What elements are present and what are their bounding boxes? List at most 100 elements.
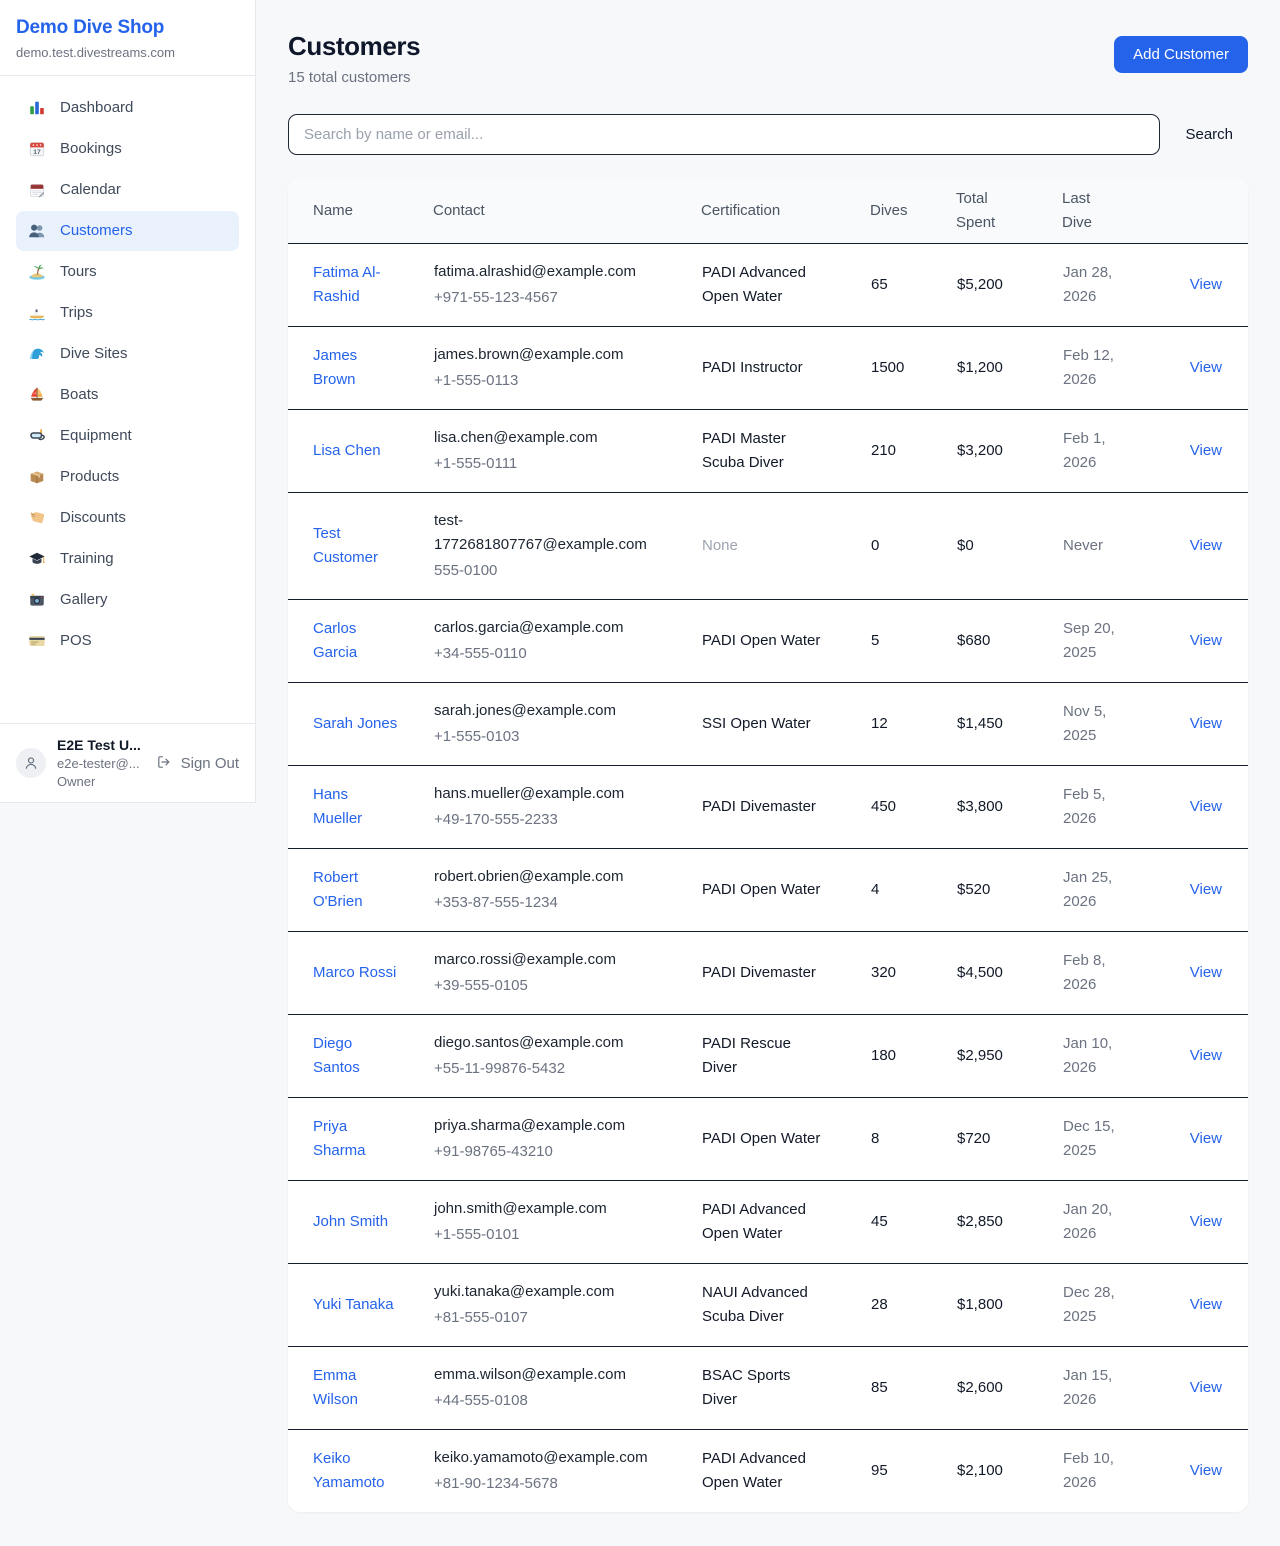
sidebar-item-equipment[interactable]: Equipment [16, 416, 239, 456]
customer-total-spent: $2,100 [956, 1430, 1062, 1513]
sidebar-item-products[interactable]: Products [16, 457, 239, 497]
sidebar-item-tours[interactable]: Tours [16, 252, 239, 292]
customer-certification: PADI Divemaster [701, 766, 870, 849]
package-icon [28, 468, 46, 486]
customer-name-link[interactable]: Test Customer [313, 525, 378, 566]
view-link[interactable]: View [1190, 1130, 1222, 1147]
page-header: Customers 15 total customers Add Custome… [288, 30, 1248, 86]
customer-name-link[interactable]: Priya Sharma [313, 1118, 366, 1159]
add-customer-button[interactable]: Add Customer [1114, 36, 1248, 73]
customer-last-dive: Jan 28, 2026 [1062, 244, 1168, 327]
table-row: Carlos Garciacarlos.garcia@example.com+3… [288, 600, 1248, 683]
customer-dives: 95 [870, 1430, 956, 1513]
view-link[interactable]: View [1190, 537, 1222, 554]
customer-name-link[interactable]: Robert O'Brien [313, 869, 363, 910]
customer-certification: PADI Master Scuba Diver [701, 410, 870, 493]
sidebar-item-calendar[interactable]: Calendar [16, 170, 239, 210]
customer-name-link[interactable]: Lisa Chen [313, 442, 381, 459]
customer-contact: priya.sharma@example.com+91-98765-43210 [433, 1098, 701, 1181]
customer-email: robert.obrien@example.com [434, 865, 658, 889]
view-link[interactable]: View [1190, 715, 1222, 732]
sidebar-item-trips[interactable]: Trips [16, 293, 239, 333]
sidebar-item-bookings[interactable]: 17Bookings [16, 129, 239, 169]
view-link[interactable]: View [1190, 359, 1222, 376]
view-link[interactable]: View [1190, 1379, 1222, 1396]
customer-name-link[interactable]: Marco Rossi [313, 964, 396, 981]
speedboat-icon [28, 304, 46, 322]
customer-last-dive: Sep 20, 2025 [1062, 600, 1168, 683]
customer-email: carlos.garcia@example.com [434, 616, 658, 640]
customer-last-dive: Dec 15, 2025 [1062, 1098, 1168, 1181]
customer-phone: +353-87-555-1234 [434, 891, 658, 915]
sidebar-header: Demo Dive Shop demo.test.divestreams.com [0, 0, 255, 76]
sidebar-item-label: Tours [60, 262, 97, 282]
view-link[interactable]: View [1190, 276, 1222, 293]
customer-total-spent: $3,200 [956, 410, 1062, 493]
sidebar-item-label: Trips [60, 303, 93, 323]
sidebar-user-section: E2E Test U... e2e-tester@... Owner Sign … [0, 723, 255, 802]
customer-certification: PADI Advanced Open Water [701, 1430, 870, 1513]
search-button[interactable]: Search [1185, 126, 1233, 143]
customer-phone: +81-90-1234-5678 [434, 1472, 658, 1496]
table-row: John Smith john.smith@example.com+1-555-0… [288, 1181, 1248, 1264]
sidebar-item-customers[interactable]: Customers [16, 211, 239, 251]
sign-out-button[interactable]: Sign Out [156, 754, 239, 772]
sidebar-item-training[interactable]: Training [16, 539, 239, 579]
customer-total-spent: $2,850 [956, 1181, 1062, 1264]
sidebar-item-gallery[interactable]: Gallery [16, 580, 239, 620]
search-input[interactable] [288, 114, 1160, 155]
customer-name-link[interactable]: Sarah Jones [313, 715, 397, 732]
search-row: Search [288, 114, 1248, 155]
customer-name-link[interactable]: Fatima Al-Rashid [313, 264, 381, 305]
view-link[interactable]: View [1190, 1462, 1222, 1479]
person-icon [22, 754, 40, 772]
customer-dives: 5 [870, 600, 956, 683]
customer-last-dive: Feb 8, 2026 [1062, 932, 1168, 1015]
customer-last-dive: Feb 1, 2026 [1062, 410, 1168, 493]
customer-last-dive: Jan 25, 2026 [1062, 849, 1168, 932]
user-info: E2E Test U... e2e-tester@... Owner [57, 737, 145, 789]
customer-name-link[interactable]: Diego Santos [313, 1035, 360, 1076]
customer-dives: 4 [870, 849, 956, 932]
sidebar-item-dive-sites[interactable]: Dive Sites [16, 334, 239, 374]
view-link[interactable]: View [1190, 632, 1222, 649]
sidebar-item-pos[interactable]: POS [16, 621, 239, 661]
table-row: James Brownjames.brown@example.com+1-555… [288, 327, 1248, 410]
customer-contact: test-1772681807767@example.com555-0100 [433, 493, 701, 600]
customer-name-link[interactable]: Hans Mueller [313, 786, 362, 827]
customer-last-dive: Jan 10, 2026 [1062, 1015, 1168, 1098]
customer-name-link[interactable]: John Smith [313, 1213, 388, 1230]
sidebar-item-label: Dive Sites [60, 344, 128, 364]
sidebar-item-label: Customers [60, 221, 133, 241]
view-link[interactable]: View [1190, 798, 1222, 815]
customer-contact: john.smith@example.com+1-555-0101 [433, 1181, 701, 1264]
sidebar-nav: Dashboard17BookingsCalendar Customers Tour… [0, 76, 255, 723]
table-row: Sarah Jonessarah.jones@example.com+1-555… [288, 683, 1248, 766]
sidebar-item-dashboard[interactable]: Dashboard [16, 88, 239, 128]
customer-phone: +1-555-0101 [434, 1223, 658, 1247]
customer-certification: PADI Open Water [701, 849, 870, 932]
column-header-last-dive: Last Dive [1062, 179, 1168, 244]
customer-name-link[interactable]: Yuki Tanaka [313, 1296, 394, 1313]
sidebar-item-boats[interactable]: Boats [16, 375, 239, 415]
shop-title: Demo Dive Shop [16, 17, 239, 39]
sidebar-item-discounts[interactable]: Discounts [16, 498, 239, 538]
view-link[interactable]: View [1190, 1213, 1222, 1230]
customers-table-card: NameContactCertificationDivesTotal Spent… [288, 179, 1248, 1512]
view-link[interactable]: View [1190, 881, 1222, 898]
view-link[interactable]: View [1190, 964, 1222, 981]
calendar-date-icon: 17 [28, 140, 46, 158]
view-link[interactable]: View [1190, 1047, 1222, 1064]
customers-table: NameContactCertificationDivesTotal Spent… [288, 179, 1248, 1512]
customer-total-spent: $4,500 [956, 932, 1062, 1015]
customer-name-link[interactable]: Carlos Garcia [313, 620, 357, 661]
customer-name-link[interactable]: Emma Wilson [313, 1367, 358, 1408]
svg-text:17: 17 [33, 149, 41, 156]
customer-total-spent: $0 [956, 493, 1062, 600]
table-row: Lisa Chenlisa.chen@example.com+1-555-011… [288, 410, 1248, 493]
view-link[interactable]: View [1190, 1296, 1222, 1313]
customer-dives: 210 [870, 410, 956, 493]
customer-name-link[interactable]: James Brown [313, 347, 357, 388]
view-link[interactable]: View [1190, 442, 1222, 459]
customer-email: hans.mueller@example.com [434, 782, 658, 806]
